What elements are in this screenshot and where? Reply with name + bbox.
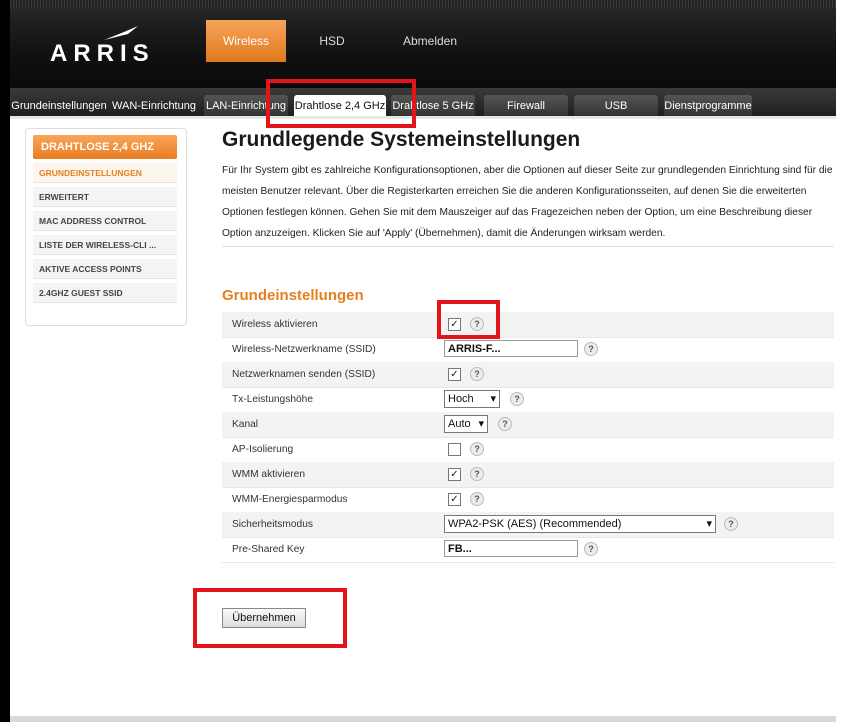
page-title: Grundlegende Systemeinstellungen	[222, 128, 581, 151]
help-icon[interactable]: ?	[498, 417, 512, 431]
footer-bar	[10, 716, 836, 722]
tab-grundeinstellungen[interactable]: Grundeinstellungen	[10, 95, 108, 116]
help-icon[interactable]: ?	[470, 467, 484, 481]
ssid-label: Wireless-Netzwerkname (SSID)	[232, 344, 376, 355]
window-border	[0, 0, 10, 722]
row-broadcast-ssid: Netzwerknamen senden (SSID) ✓ ?	[222, 362, 834, 388]
row-psk: Pre-Shared Key FB... ?	[222, 537, 834, 563]
sidebar-item-active-access-points[interactable]: AKTIVE ACCESS POINTS	[33, 259, 177, 279]
sidebar-item-mac-address-control[interactable]: MAC ADDRESS CONTROL	[33, 211, 177, 231]
sidebar-item-grundeinstellungen[interactable]: GRUNDEINSTELLUNGEN	[33, 163, 177, 183]
security-mode-select[interactable]: WPA2-PSK (AES) (Recommended) ▾	[444, 515, 716, 533]
help-icon[interactable]: ?	[470, 492, 484, 506]
sidebar-item-guest-ssid[interactable]: 2.4GHZ GUEST SSID	[33, 283, 177, 303]
wmm-power-checkbox[interactable]: ✓	[448, 493, 461, 506]
arris-logo: ARRIS	[50, 26, 170, 67]
header-texture	[10, 0, 836, 8]
help-icon[interactable]: ?	[584, 342, 598, 356]
main-tab-logout[interactable]: Abmelden	[390, 20, 470, 62]
chevron-down-icon: ▾	[478, 418, 484, 430]
sidebar-item-wireless-clients[interactable]: LISTE DER WIRELESS-CLI ...	[33, 235, 177, 255]
intro-text: Für Ihr System gibt es zahlreiche Konfig…	[222, 165, 833, 239]
highlight-box-checkbox	[437, 300, 500, 339]
psk-label: Pre-Shared Key	[232, 544, 305, 555]
chevron-down-icon: ▾	[490, 393, 496, 405]
row-ap-isolation: AP-Isolierung ?	[222, 437, 834, 463]
row-wmm: WMM aktivieren ✓ ?	[222, 462, 834, 488]
wmm-checkbox[interactable]: ✓	[448, 468, 461, 481]
security-mode-value: WPA2-PSK (AES) (Recommended)	[448, 518, 622, 530]
highlight-box-tab	[266, 79, 416, 128]
row-channel: Kanal Auto ▾ ?	[222, 412, 834, 438]
ap-isolation-checkbox[interactable]	[448, 443, 461, 456]
row-tx-power: Tx-Leistungshöhe Hoch ▾ ?	[222, 387, 834, 413]
broadcast-ssid-label: Netzwerknamen senden (SSID)	[232, 369, 376, 380]
ssid-input[interactable]: ARRIS-F...	[444, 340, 578, 357]
channel-label: Kanal	[232, 419, 259, 430]
row-ssid: Wireless-Netzwerkname (SSID) ARRIS-F... …	[222, 337, 834, 363]
highlight-box-apply	[193, 588, 347, 648]
sidebar-header: DRAHTLOSE 2,4 GHZ	[33, 135, 177, 159]
wireless-enable-label: Wireless aktivieren	[232, 319, 318, 330]
tx-power-value: Hoch	[448, 393, 474, 405]
chevron-down-icon: ▾	[706, 518, 712, 530]
tab-dienstprogramme[interactable]: Dienstprogramme	[664, 95, 752, 116]
help-icon[interactable]: ?	[510, 392, 524, 406]
sidebar-item-erweitert[interactable]: ERWEITERT	[33, 187, 177, 207]
wmm-label: WMM aktivieren	[232, 469, 306, 480]
sidebar: DRAHTLOSE 2,4 GHZ GRUNDEINSTELLUNGEN ERW…	[25, 128, 187, 326]
row-wmm-power: WMM-Energiesparmodus ✓ ?	[222, 487, 834, 513]
help-icon[interactable]: ?	[584, 542, 598, 556]
main-tab-wireless[interactable]: Wireless	[206, 20, 286, 62]
channel-select[interactable]: Auto ▾	[444, 415, 488, 433]
row-wireless-enable: Wireless aktivieren ✓ ?	[222, 312, 834, 338]
top-navigation-bar: ARRIS Wireless HSD Abmelden	[10, 0, 836, 88]
help-icon[interactable]: ?	[724, 517, 738, 531]
help-icon[interactable]: ?	[470, 367, 484, 381]
broadcast-ssid-checkbox[interactable]: ✓	[448, 368, 461, 381]
tx-power-select[interactable]: Hoch ▾	[444, 390, 500, 408]
wmm-power-label: WMM-Energiesparmodus	[232, 494, 348, 505]
tab-firewall[interactable]: Firewall	[484, 95, 568, 116]
tx-power-label: Tx-Leistungshöhe	[232, 394, 313, 405]
psk-input[interactable]: FB...	[444, 540, 578, 557]
section-title: Grundeinstellungen	[222, 287, 364, 304]
help-icon[interactable]: ?	[470, 442, 484, 456]
logo-text: ARRIS	[50, 40, 155, 67]
tab-wan-einrichtung[interactable]: WAN-Einrichtung	[110, 95, 198, 116]
security-mode-label: Sicherheitsmodus	[232, 519, 313, 530]
main-tab-hsd[interactable]: HSD	[302, 20, 362, 62]
channel-value: Auto	[448, 418, 471, 430]
ap-isolation-label: AP-Isolierung	[232, 444, 294, 455]
divider	[222, 246, 834, 247]
tab-usb[interactable]: USB	[574, 95, 658, 116]
row-security-mode: Sicherheitsmodus WPA2-PSK (AES) (Recomme…	[222, 512, 834, 538]
